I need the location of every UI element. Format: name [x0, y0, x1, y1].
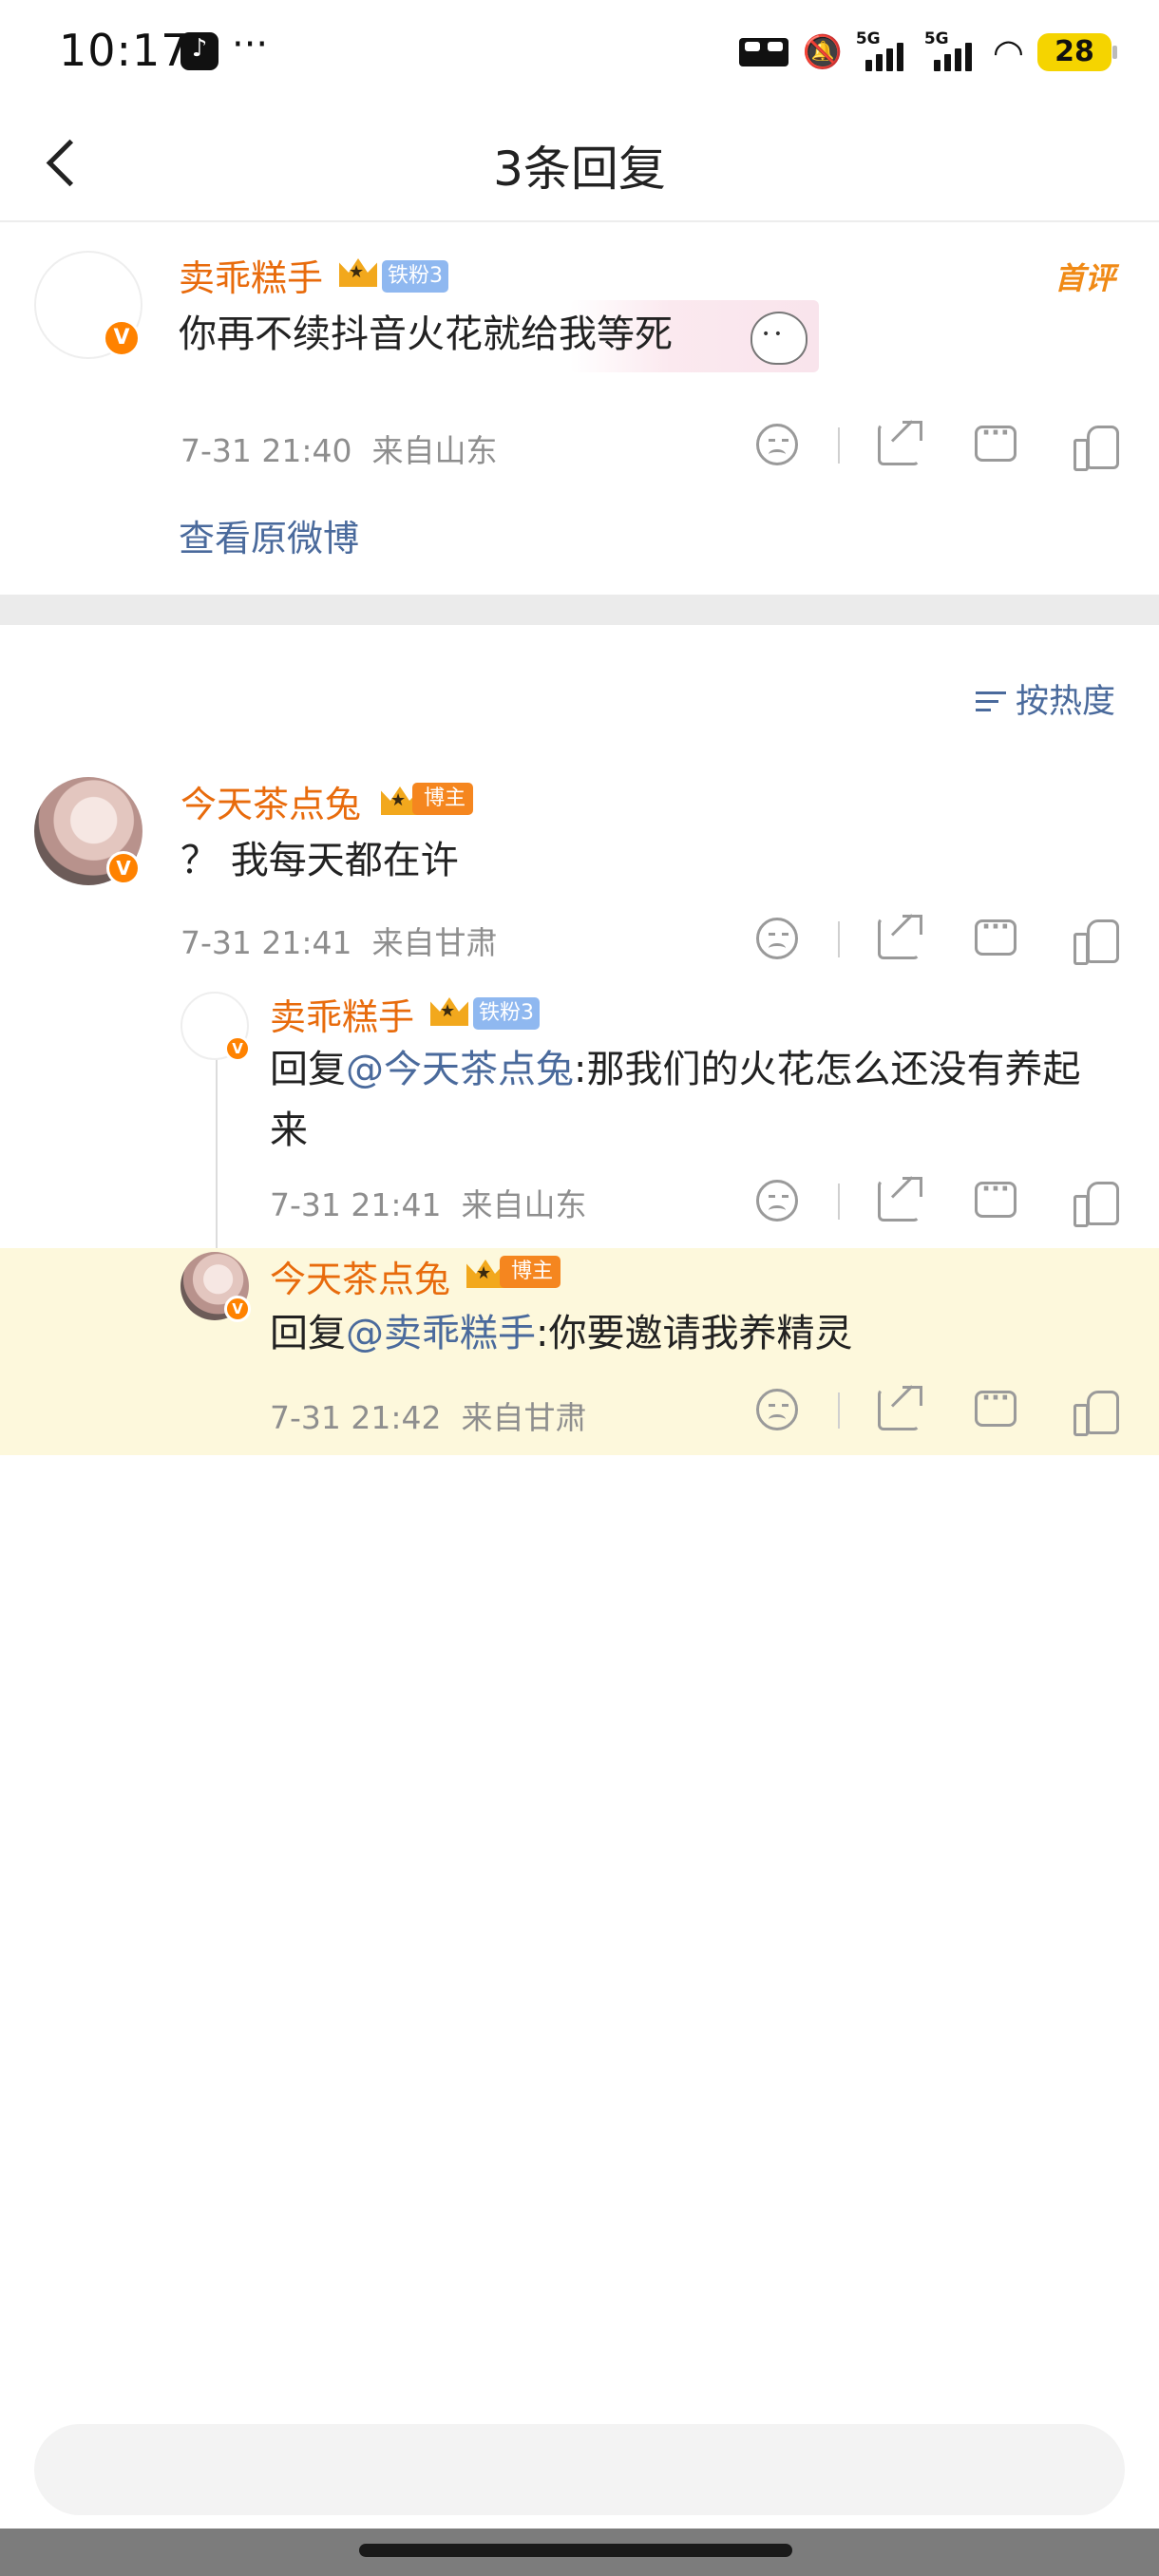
- comment-location: 来自山东: [371, 432, 498, 469]
- sad-face-icon[interactable]: [756, 1389, 798, 1430]
- reply-location: 来自甘肃: [461, 1399, 587, 1436]
- status-time: 10:17: [59, 25, 190, 76]
- reply-prefix: 回复: [270, 1048, 346, 1091]
- section-divider: [0, 595, 1159, 625]
- fan-badge: 铁粉3: [473, 997, 540, 1030]
- host-badge: 博主: [500, 1256, 561, 1288]
- reply-prefix: 回复: [270, 1312, 346, 1355]
- share-icon[interactable]: [878, 915, 922, 959]
- comment-icon[interactable]: [975, 419, 1016, 462]
- sort-button[interactable]: 按热度: [975, 674, 1115, 723]
- reply-text: 回复@今天茶点兔:那我们的火花怎么还没有养起来: [270, 1039, 1106, 1161]
- reply-location: 来自甘肃: [371, 924, 498, 961]
- verified-v-icon: V: [224, 1035, 251, 1062]
- comment-icon[interactable]: [975, 1384, 1016, 1427]
- wifi-icon: ◠: [992, 31, 1024, 73]
- page-title: 3条回复: [493, 142, 666, 197]
- tiktok-app-icon: [180, 32, 218, 70]
- reply-body: :你要邀请我养精灵: [536, 1312, 853, 1355]
- comment-username[interactable]: 卖乖糕手: [179, 249, 323, 301]
- comment-icon[interactable]: [975, 1175, 1016, 1218]
- status-bar: 10:17 ··· 🔕 5G 5G ◠ 28: [0, 0, 1159, 104]
- reply-username[interactable]: 今天茶点兔: [270, 1250, 450, 1302]
- divider: [838, 1184, 840, 1220]
- status-icons: 🔕 5G 5G ◠ 28: [739, 28, 1117, 76]
- reply-location: 来自山东: [461, 1186, 587, 1223]
- battery-indicator: 28: [1037, 33, 1117, 71]
- signal-icon: 5G: [856, 29, 911, 71]
- home-indicator[interactable]: [359, 2544, 792, 2557]
- thumbs-up-icon[interactable]: [1074, 1180, 1119, 1227]
- reply-actions: [756, 1172, 1159, 1229]
- reply-username[interactable]: 今天茶点兔: [180, 775, 361, 827]
- host-badge: 博主: [412, 783, 474, 815]
- divider: [838, 921, 840, 957]
- reply-meta: 7-31 21:41 来自山东: [270, 1180, 586, 1225]
- verified-v-icon: V: [106, 851, 141, 885]
- sad-face-icon[interactable]: [756, 1180, 798, 1222]
- mention-link[interactable]: @今天茶点兔: [346, 1048, 574, 1091]
- view-original-link[interactable]: 查看原微博: [179, 509, 359, 561]
- verified-v-icon: V: [224, 1296, 251, 1322]
- share-icon[interactable]: [878, 1386, 922, 1430]
- reply-meta: 7-31 21:41 来自甘肃: [180, 918, 497, 963]
- reply-actions: [756, 910, 1159, 967]
- thumbs-up-icon[interactable]: [1074, 918, 1119, 965]
- status-more: ···: [232, 23, 269, 66]
- reply-meta: 7-31 21:42 来自甘肃: [270, 1392, 586, 1438]
- crown-icon: [428, 990, 471, 1030]
- thread-line: [216, 1035, 218, 1263]
- mention-link[interactable]: @卖乖糕手: [346, 1312, 536, 1355]
- sleep-mode-icon: [739, 38, 789, 66]
- thumbs-up-icon[interactable]: [1074, 424, 1119, 471]
- comment-time: 7-31 21:40: [180, 432, 352, 469]
- comment-icon[interactable]: [975, 913, 1016, 956]
- thumbs-up-icon[interactable]: [1074, 1389, 1119, 1436]
- reply-time: 7-31 21:41: [270, 1186, 442, 1223]
- reply-text: ？ 我每天都在许: [180, 839, 459, 882]
- reply-text: 回复@卖乖糕手:你要邀请我养精灵: [270, 1303, 1106, 1364]
- reply-input[interactable]: [34, 2424, 1125, 2515]
- reply-time: 7-31 21:42: [270, 1399, 442, 1436]
- comment-actions: [756, 416, 1159, 473]
- first-comment-tag: 首评: [1054, 260, 1115, 296]
- fan-badge: 铁粉3: [382, 260, 448, 293]
- cat-sticker-icon: [750, 312, 808, 365]
- reply-time: 7-31 21:41: [180, 924, 352, 961]
- sort-icon: [975, 688, 1010, 716]
- sad-face-icon[interactable]: [756, 918, 798, 959]
- crown-icon: [336, 251, 380, 291]
- comment-meta: 7-31 21:40 来自山东: [180, 426, 497, 471]
- reply-actions: [756, 1381, 1159, 1438]
- reply-username[interactable]: 卖乖糕手: [270, 988, 414, 1040]
- divider: [838, 1392, 840, 1429]
- share-icon[interactable]: [878, 1177, 922, 1222]
- bell-muted-icon: 🔕: [802, 33, 843, 71]
- top-nav: 3条回复: [0, 104, 1159, 222]
- verified-v-icon: V: [103, 319, 141, 357]
- sad-face-icon[interactable]: [756, 424, 798, 465]
- share-icon[interactable]: [878, 421, 922, 465]
- sort-label: 按热度: [1015, 683, 1115, 721]
- signal-icon: 5G: [924, 29, 979, 71]
- comment-text: 你再不续抖音火花就给我等死: [179, 313, 673, 356]
- divider: [838, 427, 840, 464]
